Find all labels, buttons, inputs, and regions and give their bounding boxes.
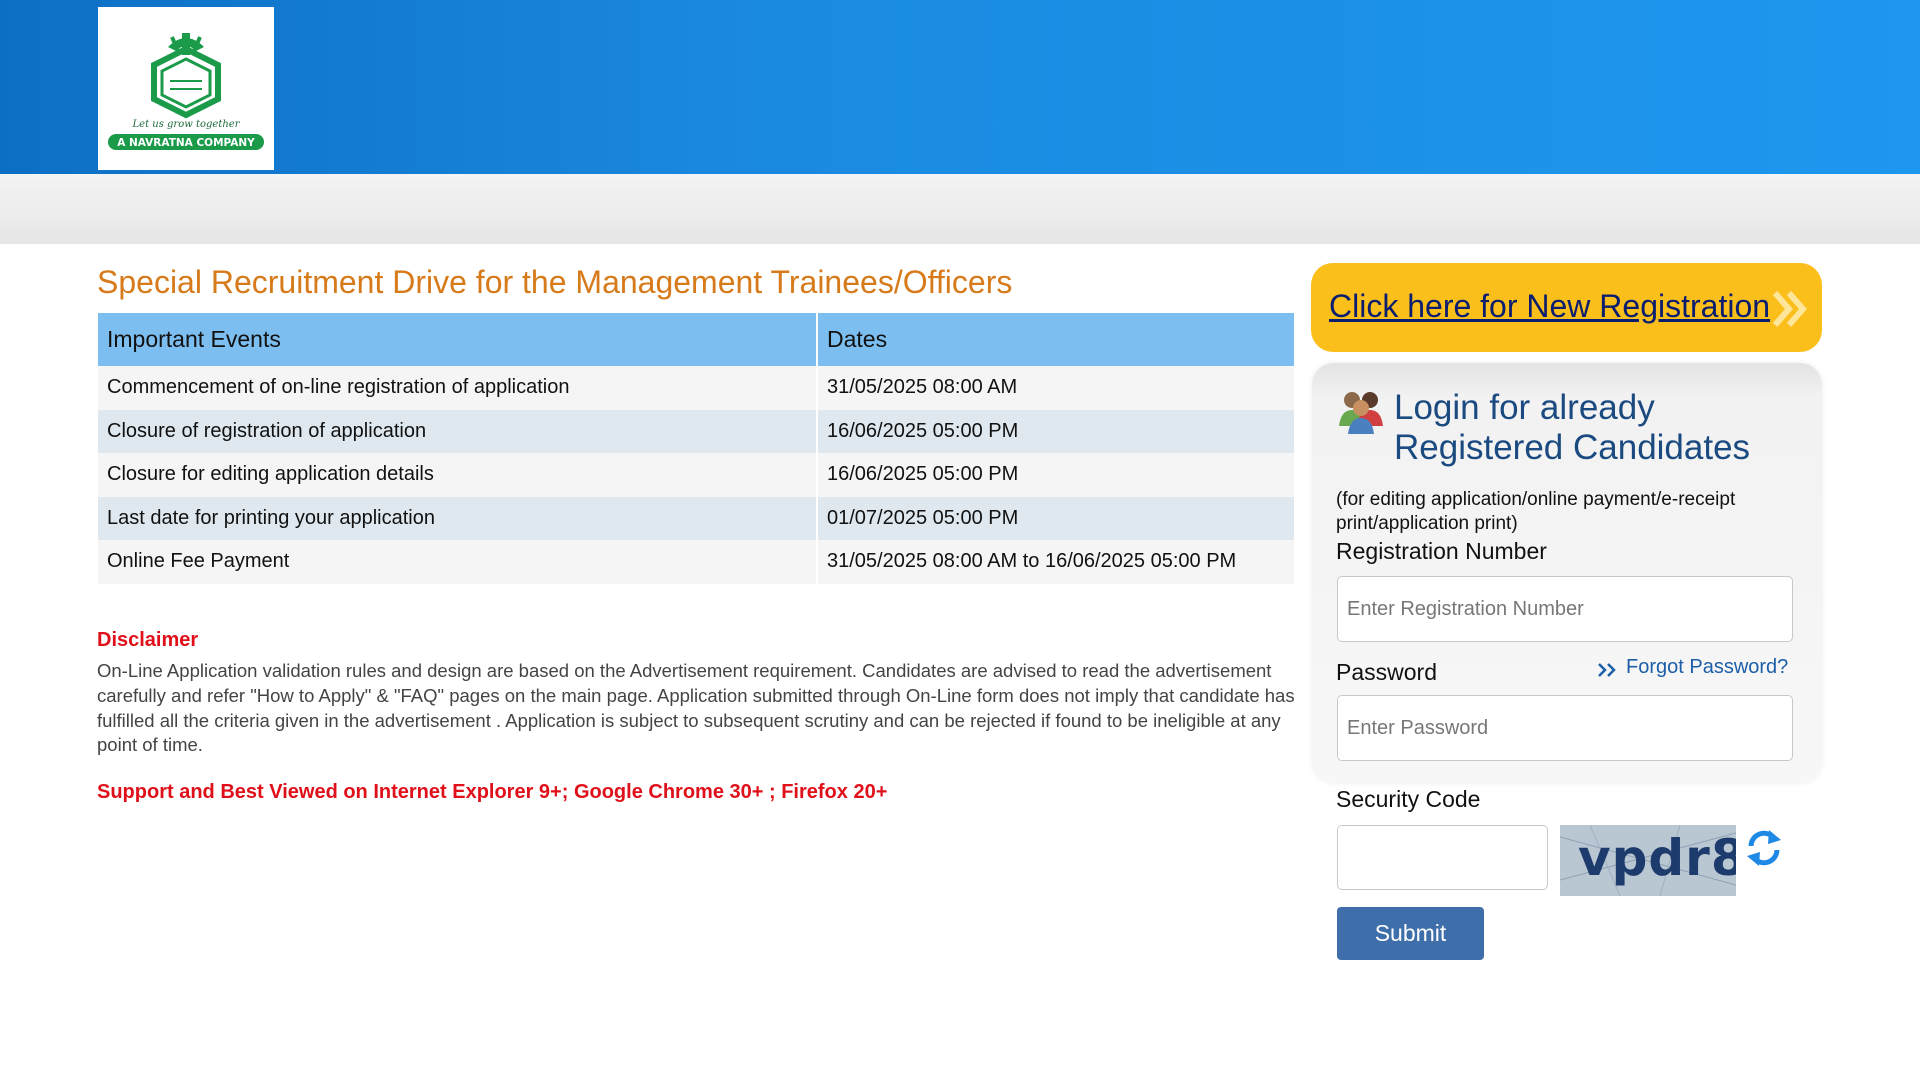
login-note: (for editing application/online payment/… bbox=[1336, 489, 1736, 534]
refresh-icon[interactable] bbox=[1745, 828, 1783, 868]
event-cell: Commencement of on-line registration of … bbox=[98, 366, 817, 410]
registration-number-input[interactable] bbox=[1337, 576, 1793, 642]
navigation-bar bbox=[0, 174, 1920, 244]
table-row: Closure of registration of application 1… bbox=[98, 409, 1294, 453]
date-cell: 16/06/2025 05:00 PM bbox=[816, 453, 1294, 497]
double-chevron-right-icon bbox=[1598, 663, 1616, 677]
captcha-image: vpdr8 bbox=[1560, 825, 1736, 896]
date-cell: 01/07/2025 05:00 PM bbox=[816, 496, 1294, 540]
password-label: Password bbox=[1336, 659, 1437, 685]
logo-tagline: Let us grow together bbox=[132, 119, 241, 130]
captcha-text: vpdr8 bbox=[1578, 829, 1736, 887]
submit-button[interactable]: Submit bbox=[1337, 907, 1484, 960]
date-cell: 31/05/2025 08:00 AM bbox=[816, 366, 1294, 410]
date-cell: 16/06/2025 05:00 PM bbox=[816, 409, 1294, 453]
column-header-events: Important Events bbox=[98, 313, 817, 366]
date-cell: 31/05/2025 08:00 AM to 16/06/2025 05:00 … bbox=[816, 540, 1294, 584]
new-registration-link[interactable]: Click here for New Registration bbox=[1329, 288, 1770, 325]
company-logo[interactable]: Let us grow together A NAVRATNA COMPANY bbox=[98, 7, 274, 170]
site-header: Let us grow together A NAVRATNA COMPANY bbox=[0, 0, 1920, 174]
security-code-label: Security Code bbox=[1336, 786, 1481, 812]
registration-number-label: Registration Number bbox=[1336, 538, 1547, 564]
event-cell: Closure for editing application details bbox=[98, 453, 817, 497]
disclaimer-heading: Disclaimer bbox=[97, 629, 199, 651]
table-row: Last date for printing your application … bbox=[98, 496, 1294, 540]
logo-banner: A NAVRATNA COMPANY bbox=[117, 137, 255, 149]
browser-support-notice: Support and Best Viewed on Internet Expl… bbox=[97, 781, 888, 803]
new-registration-button[interactable]: Click here for New Registration bbox=[1311, 263, 1822, 352]
users-icon bbox=[1339, 392, 1383, 434]
table-row: Online Fee Payment 31/05/2025 08:00 AM t… bbox=[98, 540, 1294, 584]
table-header-row: Important Events Dates bbox=[98, 313, 1294, 366]
table-row: Commencement of on-line registration of … bbox=[98, 366, 1294, 410]
event-cell: Closure of registration of application bbox=[98, 409, 817, 453]
table-row: Closure for editing application details … bbox=[98, 453, 1294, 497]
security-code-input[interactable] bbox=[1337, 825, 1548, 890]
event-cell: Online Fee Payment bbox=[98, 540, 817, 584]
login-title: Login for already Registered Candidates bbox=[1394, 388, 1751, 467]
password-input[interactable] bbox=[1337, 695, 1793, 761]
double-chevron-right-icon bbox=[1772, 291, 1807, 327]
event-cell: Last date for printing your application bbox=[98, 496, 817, 540]
page-title: Special Recruitment Drive for the Manage… bbox=[97, 264, 1013, 300]
forgot-password-link[interactable]: Forgot Password? bbox=[1626, 656, 1788, 679]
disclaimer-text: On-Line Application validation rules and… bbox=[97, 660, 1295, 756]
important-events-table: Important Events Dates Commencement of o… bbox=[98, 313, 1294, 584]
column-header-dates: Dates bbox=[816, 313, 1294, 366]
